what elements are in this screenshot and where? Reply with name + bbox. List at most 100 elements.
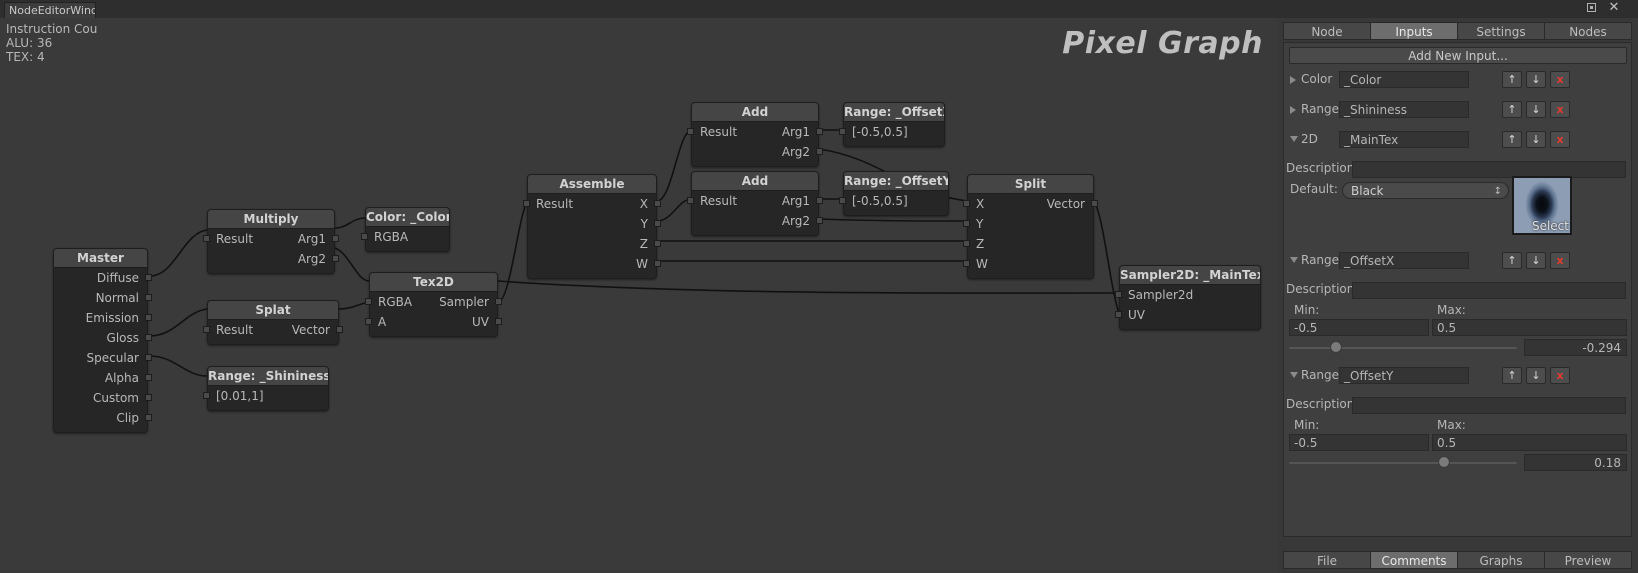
move-up-button[interactable]: ↑ — [1502, 367, 1522, 384]
graph-node-splat[interactable]: Splat Result Vector — [203, 300, 343, 345]
graph-node-tex2d[interactable]: Tex2D RGBA Sampler A UV — [365, 272, 502, 337]
texture-select-label[interactable]: Select — [1532, 219, 1569, 233]
port-input[interactable] — [203, 392, 210, 399]
move-down-button[interactable]: ↓ — [1526, 101, 1546, 118]
value-field[interactable]: 0.18 — [1524, 454, 1627, 471]
graph-node-master[interactable]: Master Diffuse Normal Emission Gloss Specular… — [53, 248, 152, 433]
graph-canvas[interactable]: Instruction Cour ALU: 36 TEX: 4 Pixel Gr… — [0, 18, 1277, 573]
move-down-button[interactable]: ↓ — [1526, 252, 1546, 269]
value-slider[interactable] — [1289, 456, 1517, 470]
value-field[interactable]: -0.294 — [1524, 339, 1627, 356]
description-field[interactable] — [1352, 397, 1626, 414]
port-output[interactable] — [495, 318, 502, 325]
port-output[interactable] — [145, 294, 152, 301]
graph-node-add-1[interactable]: Add Result Arg1 Arg2 — [687, 102, 823, 167]
input-name-field[interactable]: _OffsetY — [1339, 367, 1469, 384]
move-down-button[interactable]: ↓ — [1526, 367, 1546, 384]
port-input[interactable] — [687, 128, 694, 135]
port-input[interactable] — [361, 233, 368, 240]
chevron-down-icon[interactable] — [1290, 372, 1298, 378]
port-output[interactable] — [654, 220, 661, 227]
port-input[interactable] — [963, 220, 970, 227]
graph-node-multiply[interactable]: Multiply Result Arg1 Arg2 — [203, 209, 339, 274]
port-output[interactable] — [145, 394, 152, 401]
tab-preview[interactable]: Preview — [1544, 551, 1632, 569]
port-output[interactable] — [336, 326, 343, 333]
graph-node-add-2[interactable]: Add Result Arg1 Arg2 — [687, 171, 823, 236]
port-output[interactable] — [654, 240, 661, 247]
maximize-icon[interactable] — [1587, 3, 1598, 14]
delete-input-button[interactable]: x — [1550, 131, 1570, 148]
input-name-field[interactable]: _Color — [1339, 71, 1469, 88]
port-output[interactable] — [816, 128, 823, 135]
tab-file[interactable]: File — [1283, 551, 1371, 569]
min-field[interactable]: -0.5 — [1289, 434, 1429, 451]
slider-knob[interactable] — [1438, 456, 1451, 468]
default-texture-dropdown[interactable]: Black ↕ — [1342, 182, 1509, 199]
port-output[interactable] — [145, 374, 152, 381]
port-input[interactable] — [523, 200, 530, 207]
port-input[interactable] — [365, 318, 372, 325]
port-input[interactable] — [1115, 311, 1122, 318]
port-output[interactable] — [1091, 200, 1098, 207]
port-input[interactable] — [365, 298, 372, 305]
close-icon[interactable]: ✕ — [1608, 1, 1620, 14]
tab-graphs[interactable]: Graphs — [1457, 551, 1545, 569]
port-output[interactable] — [654, 200, 661, 207]
port-output[interactable] — [332, 255, 339, 262]
port-output[interactable] — [816, 197, 823, 204]
window-tab-node-editor[interactable]: NodeEditorWind — [4, 2, 96, 18]
port-input[interactable] — [963, 260, 970, 267]
delete-input-button[interactable]: x — [1550, 367, 1570, 384]
texture-preview[interactable]: Select — [1512, 176, 1572, 235]
tab-node[interactable]: Node — [1283, 22, 1371, 40]
description-field[interactable] — [1352, 282, 1626, 299]
max-field[interactable]: 0.5 — [1432, 434, 1627, 451]
description-field[interactable] — [1352, 161, 1626, 178]
move-up-button[interactable]: ↑ — [1502, 252, 1522, 269]
port-output[interactable] — [145, 314, 152, 321]
move-up-button[interactable]: ↑ — [1502, 131, 1522, 148]
value-slider[interactable] — [1289, 341, 1517, 355]
slider-knob[interactable] — [1329, 341, 1342, 353]
graph-node-split[interactable]: Split X Vector Y Z W — [963, 174, 1098, 279]
move-up-button[interactable]: ↑ — [1502, 101, 1522, 118]
tab-settings[interactable]: Settings — [1457, 22, 1545, 40]
add-new-input-button[interactable]: Add New Input... — [1289, 47, 1627, 64]
move-down-button[interactable]: ↓ — [1526, 131, 1546, 148]
tab-nodes[interactable]: Nodes — [1544, 22, 1632, 40]
min-field[interactable]: -0.5 — [1289, 319, 1429, 336]
port-output[interactable] — [145, 274, 152, 281]
port-input[interactable] — [687, 197, 694, 204]
port-input[interactable] — [1115, 291, 1122, 298]
move-up-button[interactable]: ↑ — [1502, 71, 1522, 88]
port-output[interactable] — [145, 414, 152, 421]
port-output[interactable] — [495, 298, 502, 305]
port-output[interactable] — [654, 260, 661, 267]
graph-node-assemble[interactable]: Assemble Result X Y Z W — [523, 174, 661, 279]
move-down-button[interactable]: ↓ — [1526, 71, 1546, 88]
input-name-field[interactable]: _OffsetX — [1339, 252, 1469, 269]
port-input[interactable] — [839, 197, 846, 204]
port-output[interactable] — [145, 354, 152, 361]
input-name-field[interactable]: _MainTex — [1339, 131, 1469, 148]
graph-node-range-offsety[interactable]: Range: _OffsetY [-0.5,0.5] — [839, 171, 949, 216]
chevron-down-icon[interactable] — [1290, 257, 1298, 263]
port-input[interactable] — [203, 235, 210, 242]
port-input[interactable] — [963, 200, 970, 207]
input-name-field[interactable]: _Shininess — [1339, 101, 1469, 118]
chevron-right-icon[interactable] — [1290, 106, 1296, 114]
graph-node-color-color[interactable]: Color: _Color RGBA — [361, 207, 450, 252]
port-output[interactable] — [332, 235, 339, 242]
port-input[interactable] — [963, 240, 970, 247]
delete-input-button[interactable]: x — [1550, 71, 1570, 88]
port-output[interactable] — [145, 334, 152, 341]
tab-comments[interactable]: Comments — [1370, 551, 1458, 569]
port-input[interactable] — [839, 128, 846, 135]
port-input[interactable] — [203, 326, 210, 333]
port-output[interactable] — [816, 217, 823, 224]
tab-inputs[interactable]: Inputs — [1370, 22, 1458, 40]
graph-node-range-offsetx[interactable]: Range: _OffsetX [-0.5,0.5] — [839, 102, 945, 147]
chevron-right-icon[interactable] — [1290, 76, 1296, 84]
chevron-down-icon[interactable] — [1290, 136, 1298, 142]
